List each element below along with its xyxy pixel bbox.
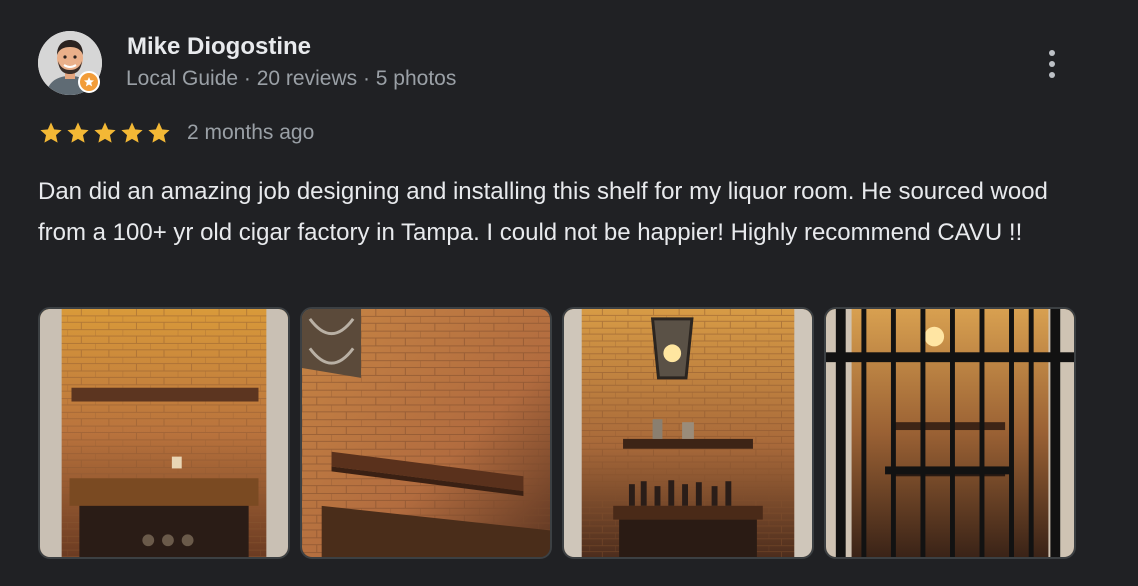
rating-row: 2 months ago [38,120,314,146]
star-icon [40,122,62,143]
review-card: Mike Diogostine Local Guide · 20 reviews… [0,0,1138,586]
photo-shelf-side-view[interactable] [300,307,552,559]
star-icon [148,122,170,143]
author-meta: Local Guide · 20 reviews · 5 photos [126,67,457,90]
star-icon [67,122,89,143]
review-date: 2 months ago [187,121,315,144]
star-icon [121,122,143,143]
more-vert-icon [1049,50,1055,56]
star-icon [94,122,116,143]
review-text: Dan did an amazing job designing and ins… [38,178,1048,246]
photo-brick-alcove-shelf[interactable] [38,307,290,559]
review-photos [38,307,1076,559]
photo-alcove-with-lantern[interactable] [562,307,814,559]
photo-alcove-behind-iron-gate[interactable] [824,307,1076,559]
local-guide-badge-icon [78,71,100,93]
more-options-button[interactable] [1036,44,1068,84]
author-name[interactable]: Mike Diogostine [127,33,311,61]
star-rating [38,120,172,146]
